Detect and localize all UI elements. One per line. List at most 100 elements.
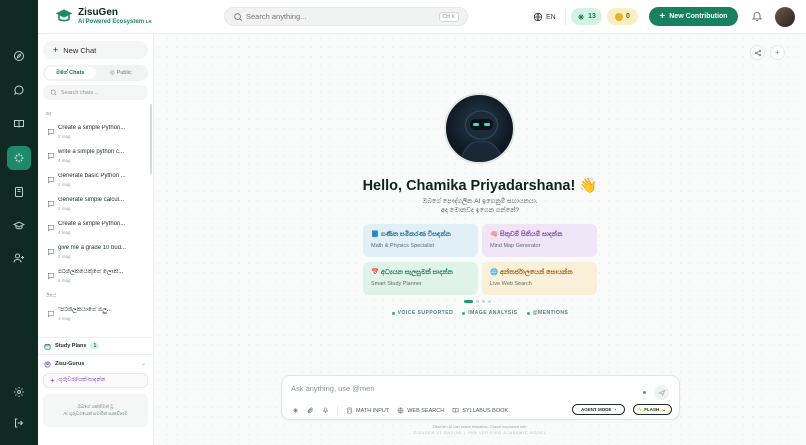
calculator-icon — [347, 407, 352, 414]
coins-count: 0 — [626, 13, 630, 20]
chat-history-item[interactable]: Create a simple Python... 4 mag — [43, 218, 148, 240]
paperclip-icon[interactable] — [307, 407, 314, 414]
flash-label: FLASH — [644, 407, 660, 412]
notebook-icon[interactable] — [7, 180, 31, 204]
group-label-yesterday: ඊයේ — [46, 293, 57, 299]
brand-tagline-suffix: LK — [145, 19, 152, 24]
sidebar-divider — [38, 337, 154, 338]
voice-indicator — [643, 391, 646, 394]
chat-history-item[interactable]: "පරිශීලකයාගේ ඔලු... 4 mag — [43, 304, 148, 326]
flash-model-selector[interactable]: ϟ FLASH ⌄ — [633, 404, 672, 415]
globe-icon: ◎ — [109, 70, 115, 76]
suggestion-card-study-plan[interactable]: 📅 අධ්‍යයන සැලසුමක් සාදන්න Smart Study Pl… — [363, 262, 478, 295]
library-icon[interactable] — [7, 112, 31, 136]
carousel-dot[interactable] — [488, 300, 491, 303]
coins-badge[interactable]: 0 — [607, 8, 638, 25]
sidebar-scrollbar[interactable] — [150, 104, 152, 174]
chat-history-item[interactable]: Generate basic Python ... 2 mag — [43, 170, 148, 192]
brand-tagline-text: AI Powered Ecosystem — [78, 19, 145, 25]
credits-badge[interactable]: 13 — [571, 8, 602, 25]
study-plans-section[interactable]: Study Plans 1 — [44, 339, 148, 353]
new-chat-button[interactable]: + New Chat — [43, 41, 148, 59]
chat-title: Generate simple calcul... — [58, 197, 125, 203]
math-input-button[interactable]: MATH INPUT — [346, 407, 389, 414]
explore-icon[interactable] — [7, 44, 31, 68]
credits-count: 13 — [588, 13, 596, 20]
add-user-icon[interactable] — [7, 246, 31, 270]
syllabus-book-label: SYLLABUS BOOK — [462, 407, 509, 414]
card-title: 📘 ගණිත සමීකරණ විසඳන්න — [371, 231, 451, 238]
footer-line-2: AI ගුරුවරයෙක් සමඟින් සාකච්ඡාව — [63, 411, 128, 416]
suggestion-card-mindmap[interactable]: 🧠 සිතුවම් සිතියම් සාදන්න Mind Map Genera… — [482, 224, 597, 257]
chat-history-item[interactable]: Create a simple Python... 2 mag — [43, 122, 148, 144]
math-input-label: MATH INPUT — [356, 407, 390, 414]
ai-robot-avatar — [444, 93, 515, 164]
tab-public[interactable]: ◎ Public — [96, 67, 147, 79]
zisu-gurus-section[interactable]: Zisu-Gurus ⌄ — [44, 357, 148, 371]
new-contribution-button[interactable]: + New Contribution — [649, 7, 738, 26]
feature-label: @MENTIONS — [532, 310, 569, 316]
ai-disclaimer: ZisuGen AI can make mistakes. Check impo… — [432, 424, 528, 429]
plus-icon: + — [659, 10, 666, 22]
chat-search-input[interactable]: Search chats... — [43, 85, 148, 100]
greeting-subtitle-1: ඔබගේ පෞද්ගලික AI ඉගෙනුම් සහායකයා. — [422, 198, 538, 205]
feature-mentions: @MENTIONS — [526, 310, 569, 316]
chat-time: 2 mag — [58, 206, 71, 211]
logout-icon[interactable] — [7, 411, 31, 435]
suggestion-card-web-search[interactable]: 🌐 අන්තර්ජාලයෙන් සොයන්න Live Web Search — [482, 262, 597, 295]
tab-my-chats[interactable]: මගේ Chats — [45, 67, 96, 79]
microphone-icon[interactable] — [322, 407, 329, 414]
book-icon — [452, 408, 459, 413]
carousel-dot[interactable] — [482, 300, 485, 303]
search-placeholder: Search anything... — [246, 12, 307, 21]
carousel-dot[interactable] — [464, 300, 473, 303]
globe-icon — [397, 407, 404, 414]
web-search-button[interactable]: WEB SEARCH — [397, 407, 444, 414]
sparkle-icon — [578, 13, 585, 20]
greeting-subtitle-2: අද මොනවද ඉගෙන ගන්නේ? — [440, 207, 520, 214]
bell-icon[interactable] — [751, 10, 763, 22]
message-icon — [48, 177, 54, 184]
message-input[interactable]: Ask anything, use @men — [291, 384, 375, 393]
agent-mode-button[interactable]: AGENT MODE › — [572, 404, 625, 415]
sidebar-divider — [38, 354, 154, 355]
bullet-dot — [526, 311, 530, 315]
feature-list: VOICE SUPPORTED IMAGE ANALYSIS @MENTIONS — [154, 310, 806, 316]
suggestion-card-math[interactable]: 📘 ගණිත සමීකරණ විසඳන්න Math & Physics Spe… — [363, 224, 478, 257]
chevron-right-icon: › — [614, 407, 617, 412]
share-icon[interactable] — [750, 45, 765, 60]
language-selector[interactable]: EN — [533, 9, 556, 25]
settings-icon[interactable] — [7, 380, 31, 404]
message-icon — [48, 129, 54, 136]
plus-icon: + — [50, 375, 55, 385]
card-subtitle: Math & Physics Specialist — [371, 243, 434, 249]
create-guru-label: ගුරුවරයෙක් සාදන්න — [58, 377, 106, 383]
chat-history-item[interactable]: පරිශීලකයෙකුගේ ලොක්... 6 mag — [43, 266, 148, 288]
message-icon — [48, 311, 54, 318]
chat-history-item[interactable]: give me a grade 10 bud... 2 mag — [43, 242, 148, 264]
feature-label: VOICE SUPPORTED — [397, 310, 454, 316]
message-icon — [48, 273, 54, 280]
carousel-dot[interactable] — [476, 300, 479, 303]
send-icon — [657, 388, 665, 397]
chat-history-item[interactable]: write a simple python c... 4 mag — [43, 146, 148, 168]
new-chat-plus-icon[interactable]: + — [770, 45, 785, 60]
message-icon — [48, 225, 54, 232]
send-button[interactable] — [654, 385, 669, 400]
user-avatar[interactable] — [775, 7, 795, 27]
global-search[interactable]: Search anything... Ctrl K — [224, 7, 468, 26]
sidebar-footer-note: ඔබගේ ශක්තිමත් වූ AI ගුරුවරයෙක් සමඟින් සා… — [43, 394, 148, 427]
chat-time: 2 mag — [58, 182, 71, 187]
zisugen-logo[interactable] — [54, 6, 74, 26]
chat-history-item[interactable]: Generate simple calcul... 2 mag — [43, 194, 148, 216]
sparkle-icon[interactable] — [292, 407, 299, 414]
syllabus-book-button[interactable]: SYLLABUS BOOK — [452, 407, 508, 414]
ai-sparkle-icon[interactable] — [7, 146, 31, 170]
card-title: 📅 අධ්‍යයන සැලසුමක් සාදන්න — [371, 269, 453, 276]
guru-icon — [44, 361, 51, 367]
create-guru-button[interactable]: + ගුරුවරයෙක් සාදන්න — [43, 373, 148, 388]
graduation-cap-icon[interactable] — [7, 214, 31, 238]
card-title: 🌐 අන්තර්ජාලයෙන් සොයන්න — [490, 269, 573, 276]
message-icon — [48, 153, 54, 160]
chat-icon[interactable] — [7, 78, 31, 102]
